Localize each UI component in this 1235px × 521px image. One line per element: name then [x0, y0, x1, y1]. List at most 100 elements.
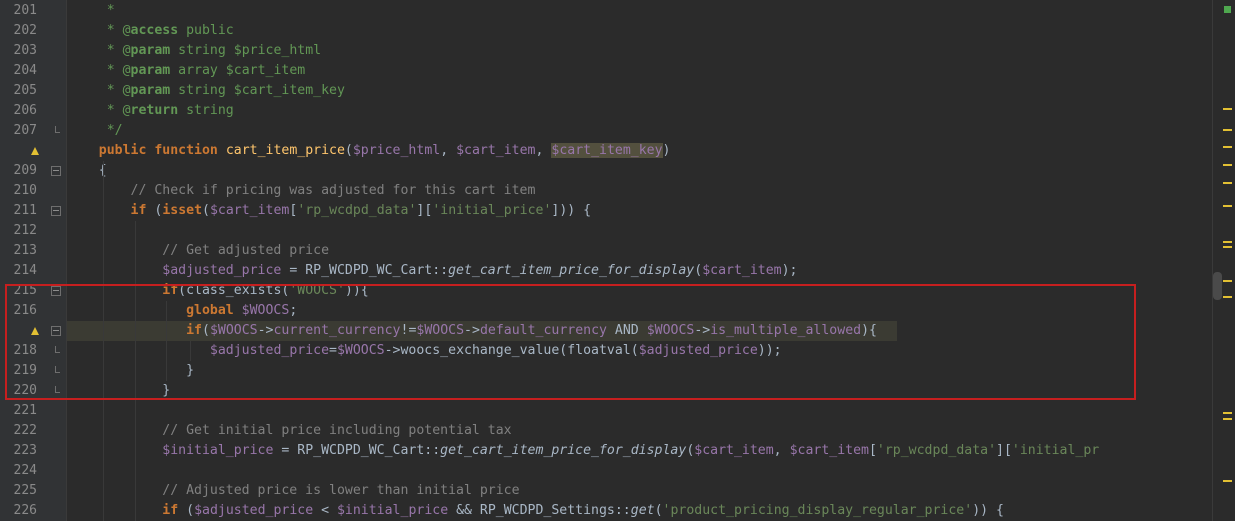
warning-marker[interactable] [1223, 296, 1232, 298]
code-token: { [67, 163, 107, 178]
code-token: ( [654, 503, 663, 518]
warning-marker[interactable] [1223, 480, 1232, 482]
scrollbar-thumb[interactable] [1213, 272, 1222, 300]
code-token: // Check if pricing was adjusted for thi… [67, 183, 536, 198]
code-token: $cart_item_key [551, 143, 663, 158]
editor-scrollbar[interactable] [1212, 0, 1235, 521]
line-number[interactable]: 211 [0, 201, 37, 221]
line-number[interactable]: 201 [0, 1, 37, 21]
code-line[interactable]: if ($adjusted_price < $initial_price && … [67, 501, 1004, 521]
code-token: $cart_item [694, 443, 774, 458]
code-line[interactable]: * [67, 1, 115, 21]
warning-marker[interactable] [1223, 280, 1232, 282]
line-number[interactable]: 204 [0, 61, 37, 81]
code-token: isset [162, 203, 203, 218]
warning-marker[interactable] [1223, 182, 1232, 184]
code-token: , [773, 443, 790, 458]
warning-icon[interactable] [30, 141, 40, 161]
code-token: ( [344, 143, 353, 158]
code-line[interactable]: { [67, 161, 107, 181]
code-token: * @ [67, 23, 131, 38]
warning-marker[interactable] [1223, 129, 1232, 131]
warning-marker[interactable] [1223, 108, 1232, 110]
line-number[interactable]: 214 [0, 261, 37, 281]
code-token: ); [781, 263, 798, 278]
line-number[interactable]: 226 [0, 501, 37, 521]
line-number[interactable]: 221 [0, 401, 37, 421]
code-line[interactable]: * @param array $cart_item [67, 61, 306, 81]
code-token: 'initial_price' [432, 203, 552, 218]
code-token: public function [98, 143, 226, 158]
code-line[interactable]: * @param string $cart_item_key [67, 81, 345, 101]
code-token: * @ [67, 63, 131, 78]
code-area[interactable]: * * @access public * @param string $pric… [67, 0, 1212, 521]
warning-marker[interactable] [1223, 164, 1232, 166]
code-token: 'initial_pr [1011, 443, 1100, 458]
warning-marker[interactable] [1223, 205, 1232, 207]
code-token: string [178, 103, 234, 118]
line-number[interactable]: 202 [0, 21, 37, 41]
code-token: $cart_item [789, 443, 869, 458]
code-editor[interactable]: 201 202 203 204 205 206 207 209 210 211 212 213 214 2… [0, 0, 1235, 521]
code-token: ) [662, 143, 671, 158]
line-number[interactable]: 213 [0, 241, 37, 261]
code-token: * @ [67, 43, 131, 58]
line-number[interactable]: 212 [0, 221, 37, 241]
line-number[interactable]: 225 [0, 481, 37, 501]
code-token: < [313, 503, 337, 518]
code-token: 'product_pricing_display_regular_price' [662, 503, 973, 518]
warning-marker[interactable] [1223, 146, 1232, 148]
fold-toggle-icon[interactable] [51, 166, 61, 176]
warning-marker[interactable] [1223, 241, 1232, 243]
code-token: string $cart_item_key [170, 83, 345, 98]
code-line[interactable]: public function cart_item_price($price_h… [67, 141, 671, 161]
line-number[interactable]: 223 [0, 441, 37, 461]
analysis-status-icon[interactable] [1224, 6, 1231, 13]
warning-marker[interactable] [1223, 418, 1232, 420]
code-token: get_cart_item_price_for_display [448, 263, 695, 278]
code-token: access [130, 23, 179, 38]
code-token: param [130, 63, 171, 78]
code-token: ( [694, 263, 703, 278]
fold-toggle-icon[interactable] [51, 206, 61, 216]
line-number[interactable]: 222 [0, 421, 37, 441]
code-line[interactable]: // Check if pricing was adjusted for thi… [67, 181, 536, 201]
code-line[interactable]: // Get adjusted price [67, 241, 329, 261]
code-line[interactable]: * @param string $price_html [67, 41, 321, 61]
code-line[interactable]: if (isset($cart_item['rp_wcdpd_data']['i… [67, 201, 592, 221]
code-token: 'rp_wcdpd_data' [297, 203, 417, 218]
code-token: $cart_item [456, 143, 536, 158]
code-token: ( [146, 203, 163, 218]
code-token: public [178, 23, 234, 38]
line-number[interactable]: 206 [0, 101, 37, 121]
code-line[interactable]: $adjusted_price = RP_WCDPD_WC_Cart::get_… [67, 261, 798, 281]
highlight-rectangle [5, 284, 1136, 400]
code-token: * @ [67, 103, 131, 118]
code-line[interactable]: * @return string [67, 101, 234, 121]
line-number[interactable]: 224 [0, 461, 37, 481]
code-token: [ [868, 443, 877, 458]
code-token: $price_html [352, 143, 441, 158]
line-number-gutter[interactable]: 201 202 203 204 205 206 207 209 210 211 212 213 214 2… [0, 0, 67, 521]
code-line[interactable]: * @access public [67, 21, 234, 41]
line-number[interactable]: 203 [0, 41, 37, 61]
line-number[interactable]: 209 [0, 161, 37, 181]
code-token: // Get adjusted price [67, 243, 330, 258]
code-token: )) { [972, 503, 1004, 518]
code-token: ][ [416, 203, 433, 218]
code-token: $cart_item [209, 203, 290, 218]
code-line[interactable]: */ [67, 121, 123, 141]
code-token: get_cart_item_price_for_display [440, 443, 687, 458]
code-token: if [130, 203, 147, 218]
code-token: * @ [67, 83, 131, 98]
code-line[interactable]: $initial_price = RP_WCDPD_WC_Cart::get_c… [67, 441, 1099, 461]
line-number[interactable]: 205 [0, 81, 37, 101]
warning-marker[interactable] [1223, 412, 1232, 414]
line-number[interactable]: 207 [0, 121, 37, 141]
code-token: $adjusted_price [162, 263, 282, 278]
code-token: cart_item_price [225, 143, 345, 158]
warning-marker[interactable] [1223, 246, 1232, 248]
line-number[interactable]: 210 [0, 181, 37, 201]
